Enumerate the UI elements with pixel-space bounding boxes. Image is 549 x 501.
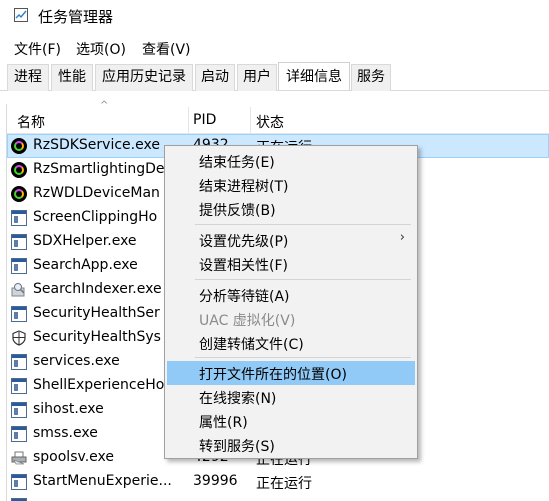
menu-uac-virtualization: UAC 虚拟化(V)	[199, 313, 296, 329]
search-indexer-icon	[11, 282, 27, 298]
tab-startup[interactable]: 启动	[195, 64, 235, 91]
column-name[interactable]: 名称	[17, 112, 45, 132]
process-name: RzWDLDeviceMan	[33, 185, 160, 201]
task-manager-icon	[14, 8, 28, 22]
tab-processes[interactable]: 进程	[7, 64, 49, 91]
menu-end-process-tree[interactable]: 结束进程树(T)	[167, 173, 415, 197]
sort-ascending-icon: ^	[100, 100, 109, 111]
exe-icon	[11, 306, 27, 322]
menu-open-file-location[interactable]: 打开文件所在的位置(O)	[167, 361, 415, 385]
menu-view[interactable]: 查看(V)	[142, 39, 191, 59]
process-name: smss.exe	[33, 425, 98, 441]
process-name: sihost.exe	[33, 401, 104, 417]
menu-separator	[195, 279, 411, 280]
razer-icon	[11, 162, 27, 178]
context-menu: 结束任务(E) 结束进程树(T) 提供反馈(B) 设置优先级(P) › 设置相关…	[164, 145, 418, 459]
process-name: SearchApp.exe	[33, 257, 138, 273]
printer-icon	[11, 450, 27, 466]
column-header: ^ 名称 PID 状态	[7, 100, 549, 134]
process-name: ShellExperienceHo	[33, 377, 165, 393]
process-pid: 39996	[193, 473, 238, 489]
exe-icon	[11, 234, 27, 250]
exe-icon	[11, 354, 27, 370]
submenu-arrow-icon: ›	[399, 230, 405, 245]
shield-icon	[11, 330, 27, 346]
tab-bar: 进程 性能 应用历史记录 启动 用户 详细信息 服务	[0, 62, 549, 92]
razer-icon	[11, 138, 27, 154]
menu-set-priority[interactable]: 设置优先级(P) ›	[167, 228, 415, 252]
exe-icon	[11, 210, 27, 226]
title-bar: 任务管理器	[0, 0, 549, 34]
tab-performance[interactable]: 性能	[51, 64, 93, 91]
process-name: SDXHelper.exe	[33, 233, 137, 249]
column-separator[interactable]	[188, 107, 189, 133]
tab-services[interactable]: 服务	[351, 64, 391, 91]
table-row[interactable]: StartMenuExperie... 39996 正在运行	[7, 470, 549, 494]
menu-end-task[interactable]: 结束任务(E)	[167, 149, 415, 173]
process-name: StartMenuExperie...	[33, 473, 172, 489]
exe-icon	[11, 258, 27, 274]
column-status[interactable]: 状态	[256, 112, 284, 132]
menu-file[interactable]: 文件(F)	[14, 39, 61, 59]
column-pid[interactable]: PID	[193, 112, 216, 128]
process-name: services.exe	[33, 353, 120, 369]
menu-set-affinity[interactable]: 设置相关性(F)	[167, 252, 415, 276]
tab-app-history[interactable]: 应用历史记录	[95, 64, 193, 91]
process-status: 正在运行	[256, 476, 312, 492]
column-separator[interactable]	[250, 107, 251, 133]
window-title: 任务管理器	[38, 8, 114, 26]
menu-properties[interactable]: 属性(R)	[167, 409, 415, 433]
menu-search-online[interactable]: 在线搜索(N)	[167, 385, 415, 409]
exe-icon	[11, 474, 27, 490]
tab-users[interactable]: 用户	[237, 64, 277, 91]
menu-options[interactable]: 选项(O)	[76, 39, 126, 59]
process-name: RzSDKService.exe	[33, 137, 160, 153]
exe-icon	[11, 402, 27, 418]
process-name: SecurityHealthSer	[33, 305, 160, 321]
process-name: spoolsv.exe	[33, 449, 114, 465]
process-name: SearchIndexer.exe	[33, 281, 162, 297]
tab-details[interactable]: 详细信息	[278, 62, 350, 90]
menu-separator	[195, 357, 411, 358]
menu-analyze-wait-chain[interactable]: 分析等待链(A)	[167, 283, 415, 307]
exe-icon	[11, 378, 27, 394]
menu-create-dump-file[interactable]: 创建转储文件(C)	[167, 331, 415, 355]
table-row[interactable]	[7, 494, 549, 501]
process-name: RzSmartlightingDe	[33, 161, 165, 177]
razer-icon	[11, 186, 27, 202]
exe-icon	[11, 426, 27, 442]
menu-bar: 文件(F) 选项(O) 查看(V)	[0, 34, 549, 62]
process-name: SecurityHealthSys	[33, 329, 161, 345]
menu-provide-feedback[interactable]: 提供反馈(B)	[167, 197, 415, 221]
menu-go-to-service[interactable]: 转到服务(S)	[167, 433, 415, 457]
menu-separator	[195, 224, 411, 225]
process-name: ScreenClippingHo	[33, 209, 158, 225]
